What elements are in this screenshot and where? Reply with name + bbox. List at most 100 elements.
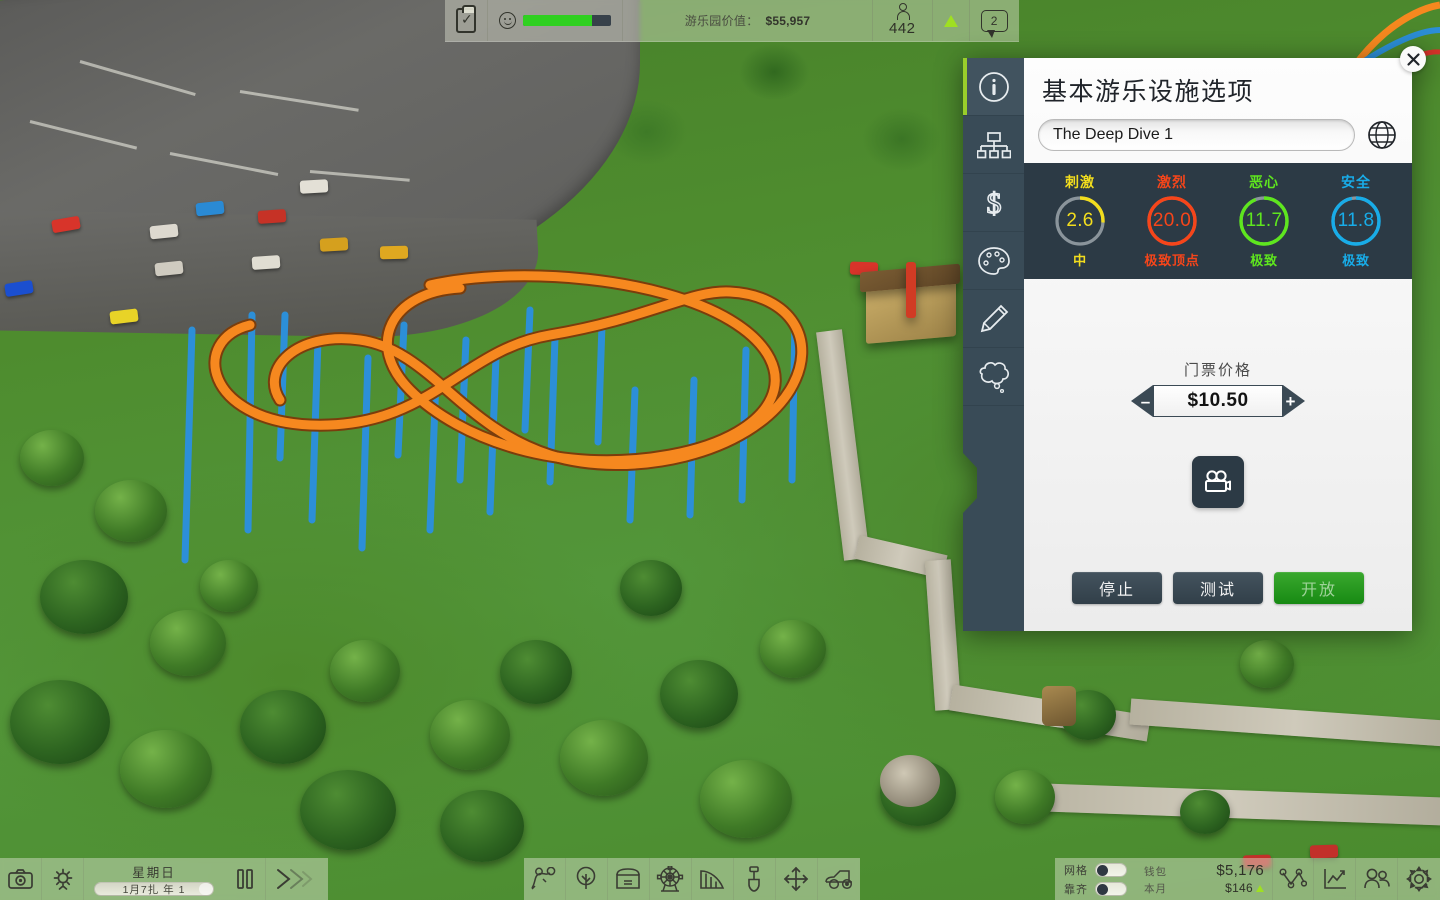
- ride-action-button-0[interactable]: 停止: [1072, 572, 1162, 604]
- wooden-barrel-scenery: [1042, 686, 1076, 726]
- month-label: 本月: [1144, 883, 1167, 895]
- fast-forward-icon: [277, 869, 313, 889]
- station-entrance-sign: [906, 262, 916, 318]
- stat-label: 恶心: [1249, 174, 1279, 190]
- wallet-label: 钱包: [1144, 866, 1167, 878]
- snap-toggle-row[interactable]: 靠齐: [1064, 881, 1127, 897]
- snap-toggle-switch[interactable]: [1095, 881, 1127, 896]
- smiley-icon: [499, 12, 516, 29]
- month-row: 本月 $146: [1144, 881, 1264, 896]
- taskbar-spacer-left: [328, 858, 524, 900]
- close-icon[interactable]: [1400, 46, 1426, 72]
- stat-rating: 中: [1073, 253, 1087, 268]
- tool-coasters[interactable]: [692, 858, 734, 900]
- ferris-wheel-icon: [656, 866, 684, 892]
- finance-readout[interactable]: 钱包 $5,176 本月 $146: [1136, 862, 1272, 896]
- brightness-button[interactable]: [42, 858, 84, 900]
- tool-flat-rides[interactable]: [650, 858, 692, 900]
- tree: [660, 660, 738, 728]
- pause-button[interactable]: [224, 858, 266, 900]
- stat-label: 激烈: [1157, 174, 1187, 190]
- camera-icon: [8, 869, 33, 889]
- ride-camera-button[interactable]: [1192, 456, 1244, 508]
- panel-main-area: 门票价格 – $10.50 +: [1024, 279, 1412, 572]
- hud-objectives-button[interactable]: [445, 0, 488, 41]
- ticket-price-value[interactable]: $10.50: [1153, 385, 1283, 417]
- tab-info[interactable]: [963, 58, 1024, 116]
- parked-car: [1309, 844, 1339, 859]
- game-date-block[interactable]: 星期日 1月7扎 年 1: [84, 862, 224, 896]
- view-toggles[interactable]: 网格 靠齐: [1055, 862, 1136, 897]
- shop-stall-icon: [616, 868, 640, 889]
- stat-gauge: 11.8: [1330, 195, 1382, 247]
- tool-settings[interactable]: [1398, 858, 1440, 900]
- tool-move[interactable]: [776, 858, 818, 900]
- people-icon: [1363, 868, 1390, 889]
- happiness-bar: [523, 15, 611, 26]
- coaster-slope-icon: [700, 870, 725, 889]
- tab-finance[interactable]: $: [963, 174, 1024, 232]
- tool-shops[interactable]: [608, 858, 650, 900]
- node-graph-icon: [1279, 868, 1307, 889]
- ride-options-panel[interactable]: $ 基本游乐设施选项 The Deep Dive 1 刺激 2.6 中 激烈 2…: [963, 46, 1426, 631]
- tool-scenery[interactable]: [566, 858, 608, 900]
- tree: [560, 720, 648, 796]
- tree: [300, 770, 396, 850]
- taskbar-left-group: 星期日 1月7扎 年 1: [0, 858, 328, 900]
- date-progress-bar: 1月7扎 年 1: [94, 882, 214, 896]
- clipboard-check-icon: [456, 5, 476, 33]
- stat-rating: 极致: [1250, 253, 1278, 268]
- tree-icon: [576, 866, 596, 889]
- tool-connections[interactable]: [1272, 858, 1314, 900]
- warning-triangle-icon: [943, 14, 958, 27]
- tree: [500, 640, 572, 704]
- palette-icon: [977, 246, 1010, 275]
- tree: [1240, 640, 1294, 688]
- tab-structure[interactable]: [963, 116, 1024, 174]
- tool-terrain[interactable]: [734, 858, 776, 900]
- ride-name-input[interactable]: [1038, 119, 1355, 151]
- message-count: 2: [990, 13, 998, 28]
- bottom-taskbar: 星期日 1月7扎 年 1 网格 靠齐 钱包 $5,176 本月 $146: [0, 858, 1440, 900]
- tool-statistics[interactable]: [1314, 858, 1356, 900]
- weekday-label: 星期日: [132, 866, 176, 880]
- hud-guest-count[interactable]: 442: [873, 0, 933, 41]
- globe-icon[interactable]: [1366, 119, 1398, 151]
- tool-path[interactable]: [524, 858, 566, 900]
- tree: [240, 690, 326, 764]
- screenshot-button[interactable]: [0, 858, 42, 900]
- ride-action-buttons[interactable]: 停止 测试 开放: [1024, 572, 1412, 631]
- stat-gauge: 20.0: [1146, 195, 1198, 247]
- grid-toggle-switch[interactable]: [1095, 862, 1127, 877]
- tool-staff[interactable]: [1356, 858, 1398, 900]
- ride-action-button-1[interactable]: 测试: [1173, 572, 1263, 604]
- hud-park-value[interactable]: 游乐园价值： $55,957: [623, 0, 873, 41]
- info-circle-icon: [978, 71, 1009, 102]
- tab-thoughts[interactable]: [963, 348, 1024, 406]
- taskbar-tools-group[interactable]: [523, 858, 860, 900]
- speech-bubble-icon: 2: [980, 9, 1008, 38]
- tree: [20, 430, 84, 486]
- ride-action-button-2[interactable]: 开放: [1274, 572, 1364, 604]
- fast-forward-button[interactable]: [266, 858, 322, 900]
- ticket-price-stepper[interactable]: – $10.50 +: [1131, 385, 1305, 417]
- page-title: 基本游乐设施选项: [1042, 78, 1255, 106]
- hud-guest-happiness[interactable]: [488, 0, 623, 41]
- tool-vehicles[interactable]: [818, 858, 860, 900]
- hud-warning-indicator[interactable]: [933, 0, 970, 41]
- snap-toggle-label: 靠齐: [1064, 883, 1088, 896]
- ride-stat-3: 安全 11.8 极致: [1310, 172, 1402, 269]
- hierarchy-icon: [976, 131, 1011, 158]
- top-hud-bar: 游乐园价值： $55,957 442 2: [445, 0, 1019, 42]
- panel-tab-strip[interactable]: $: [963, 58, 1024, 631]
- price-increase-button[interactable]: +: [1283, 385, 1305, 417]
- tab-appearance[interactable]: [963, 232, 1024, 290]
- hud-messages-button[interactable]: 2: [970, 0, 1019, 41]
- price-decrease-button[interactable]: –: [1131, 385, 1153, 417]
- trend-up-triangle-icon: [1256, 884, 1264, 892]
- ride-stat-0: 刺激 2.6 中: [1034, 172, 1126, 269]
- month-value: $146: [1225, 881, 1253, 895]
- grid-toggle-row[interactable]: 网格: [1064, 862, 1127, 878]
- ride-stat-2: 恶心 11.7 极致: [1218, 172, 1310, 269]
- tab-customise[interactable]: [963, 290, 1024, 348]
